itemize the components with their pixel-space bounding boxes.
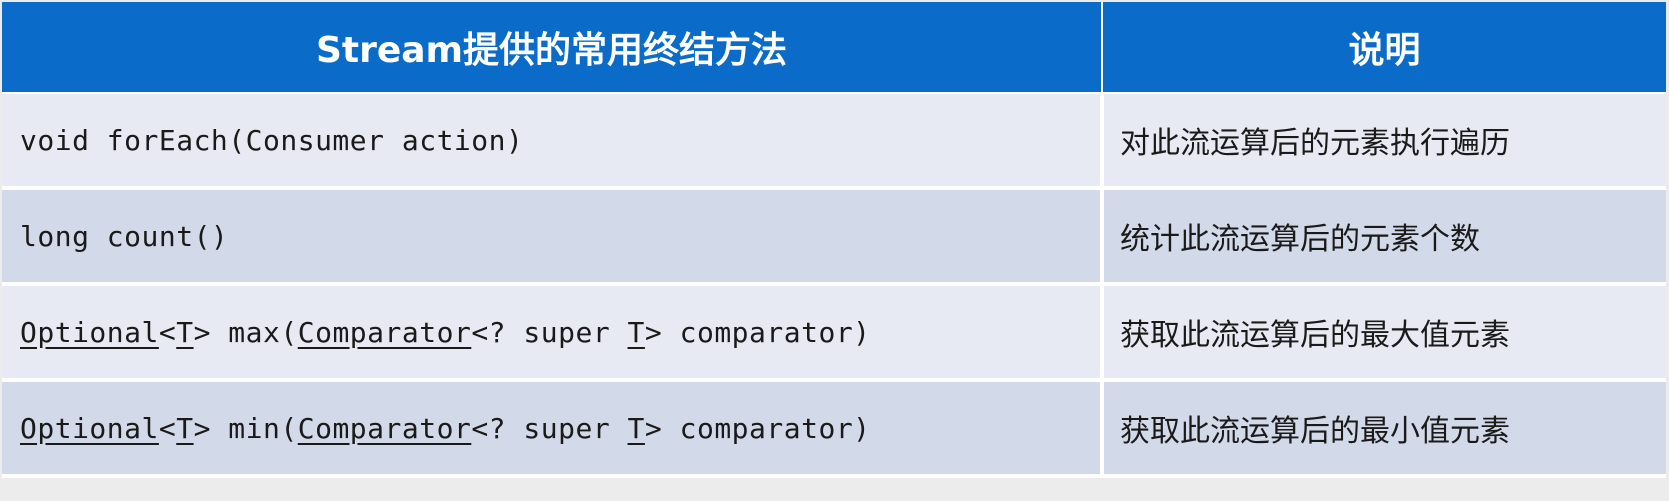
table-row: long count() 统计此流运算后的元素个数 <box>2 188 1666 286</box>
method-text: long count() <box>20 219 229 253</box>
table-row: Optional<T> max(Comparator<? super T> co… <box>2 284 1666 382</box>
type-param-link[interactable]: T <box>628 412 645 445</box>
method-text: <? super <box>471 315 628 349</box>
type-link-comparator[interactable]: Comparator <box>298 412 472 445</box>
method-description: 获取此流运算后的最小值元素 <box>1102 380 1666 478</box>
method-text: void forEach(Consumer action) <box>20 123 524 157</box>
method-text: <? super <box>471 411 628 445</box>
type-param-link[interactable]: T <box>176 412 193 445</box>
method-column-header: Stream提供的常用终结方法 <box>2 2 1103 94</box>
type-param-link[interactable]: T <box>176 316 193 349</box>
terminal-methods-table: Stream提供的常用终结方法 说明 void forEach(Consumer… <box>2 2 1666 478</box>
type-link-optional[interactable]: Optional <box>20 316 159 349</box>
type-param-link[interactable]: T <box>628 316 645 349</box>
table-header-row: Stream提供的常用终结方法 说明 <box>2 2 1666 94</box>
method-text: > max( <box>193 315 298 349</box>
method-text: > comparator) <box>644 315 871 349</box>
table-row: void forEach(Consumer action) 对此流运算后的元素执… <box>2 93 1666 190</box>
method-description: 获取此流运算后的最大值元素 <box>1102 284 1666 382</box>
method-text: < <box>158 411 177 445</box>
method-description: 对此流运算后的元素执行遍历 <box>1102 93 1666 190</box>
slide-frame: Stream提供的常用终结方法 说明 void forEach(Consumer… <box>0 0 1669 501</box>
method-text: > min( <box>193 411 298 445</box>
type-link-comparator[interactable]: Comparator <box>298 316 472 349</box>
description-column-header: 说明 <box>1102 2 1666 94</box>
method-signature: long count() <box>2 188 1104 286</box>
method-signature: void forEach(Consumer action) <box>2 93 1104 190</box>
method-description: 统计此流运算后的元素个数 <box>1102 188 1666 286</box>
method-text: > comparator) <box>644 411 871 445</box>
method-text: < <box>158 315 177 349</box>
method-signature: Optional<T> max(Comparator<? super T> co… <box>2 284 1104 382</box>
type-link-optional[interactable]: Optional <box>20 412 159 445</box>
method-signature: Optional<T> min(Comparator<? super T> co… <box>2 380 1104 478</box>
table-row: Optional<T> min(Comparator<? super T> co… <box>2 380 1666 478</box>
